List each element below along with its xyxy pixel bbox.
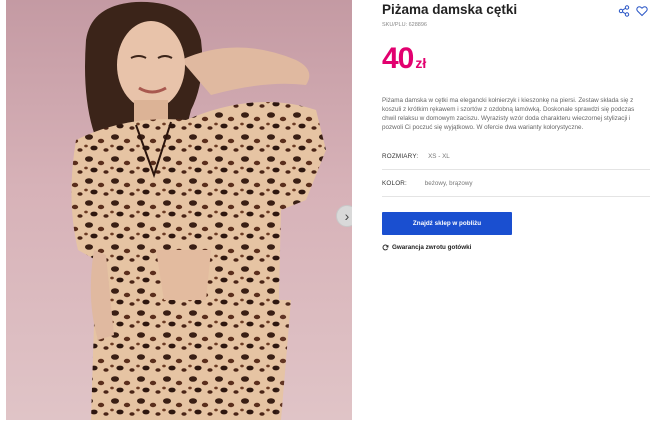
product-title: Piżama damska cętki xyxy=(382,2,518,17)
product-description: Piżama damska w cętki ma elegancki kołni… xyxy=(382,97,635,131)
price: 40 zł xyxy=(382,42,426,76)
gallery-next-button[interactable]: › xyxy=(336,205,352,227)
price-value: 40 xyxy=(382,42,414,75)
heart-icon[interactable] xyxy=(636,5,648,17)
color-row: KOLOR: beżowy, brązowy xyxy=(382,180,650,187)
money-back-guarantee-link[interactable]: Gwarancja zwrotu gotówki xyxy=(382,244,471,251)
color-label: KOLOR: xyxy=(382,180,407,187)
refresh-icon xyxy=(382,244,389,251)
color-value: beżowy, brązowy xyxy=(424,180,473,187)
sizes-label: ROZMIARY: xyxy=(382,153,419,160)
chevron-right-icon: › xyxy=(344,208,350,224)
guarantee-label: Gwarancja zwrotu gotówki xyxy=(392,244,472,251)
product-photo xyxy=(71,1,326,420)
price-currency: zł xyxy=(415,55,427,71)
divider xyxy=(382,196,650,197)
find-store-button[interactable]: Znajdź sklep w pobliżu xyxy=(382,212,512,235)
sku-text: SKU/PLU: 628896 xyxy=(382,22,427,28)
sizes-value: XS - XL xyxy=(428,153,450,160)
share-icon[interactable] xyxy=(618,5,630,17)
divider xyxy=(382,169,650,170)
sizes-row: ROZMIARY: XS - XL xyxy=(382,153,650,160)
product-gallery: › xyxy=(6,0,352,420)
